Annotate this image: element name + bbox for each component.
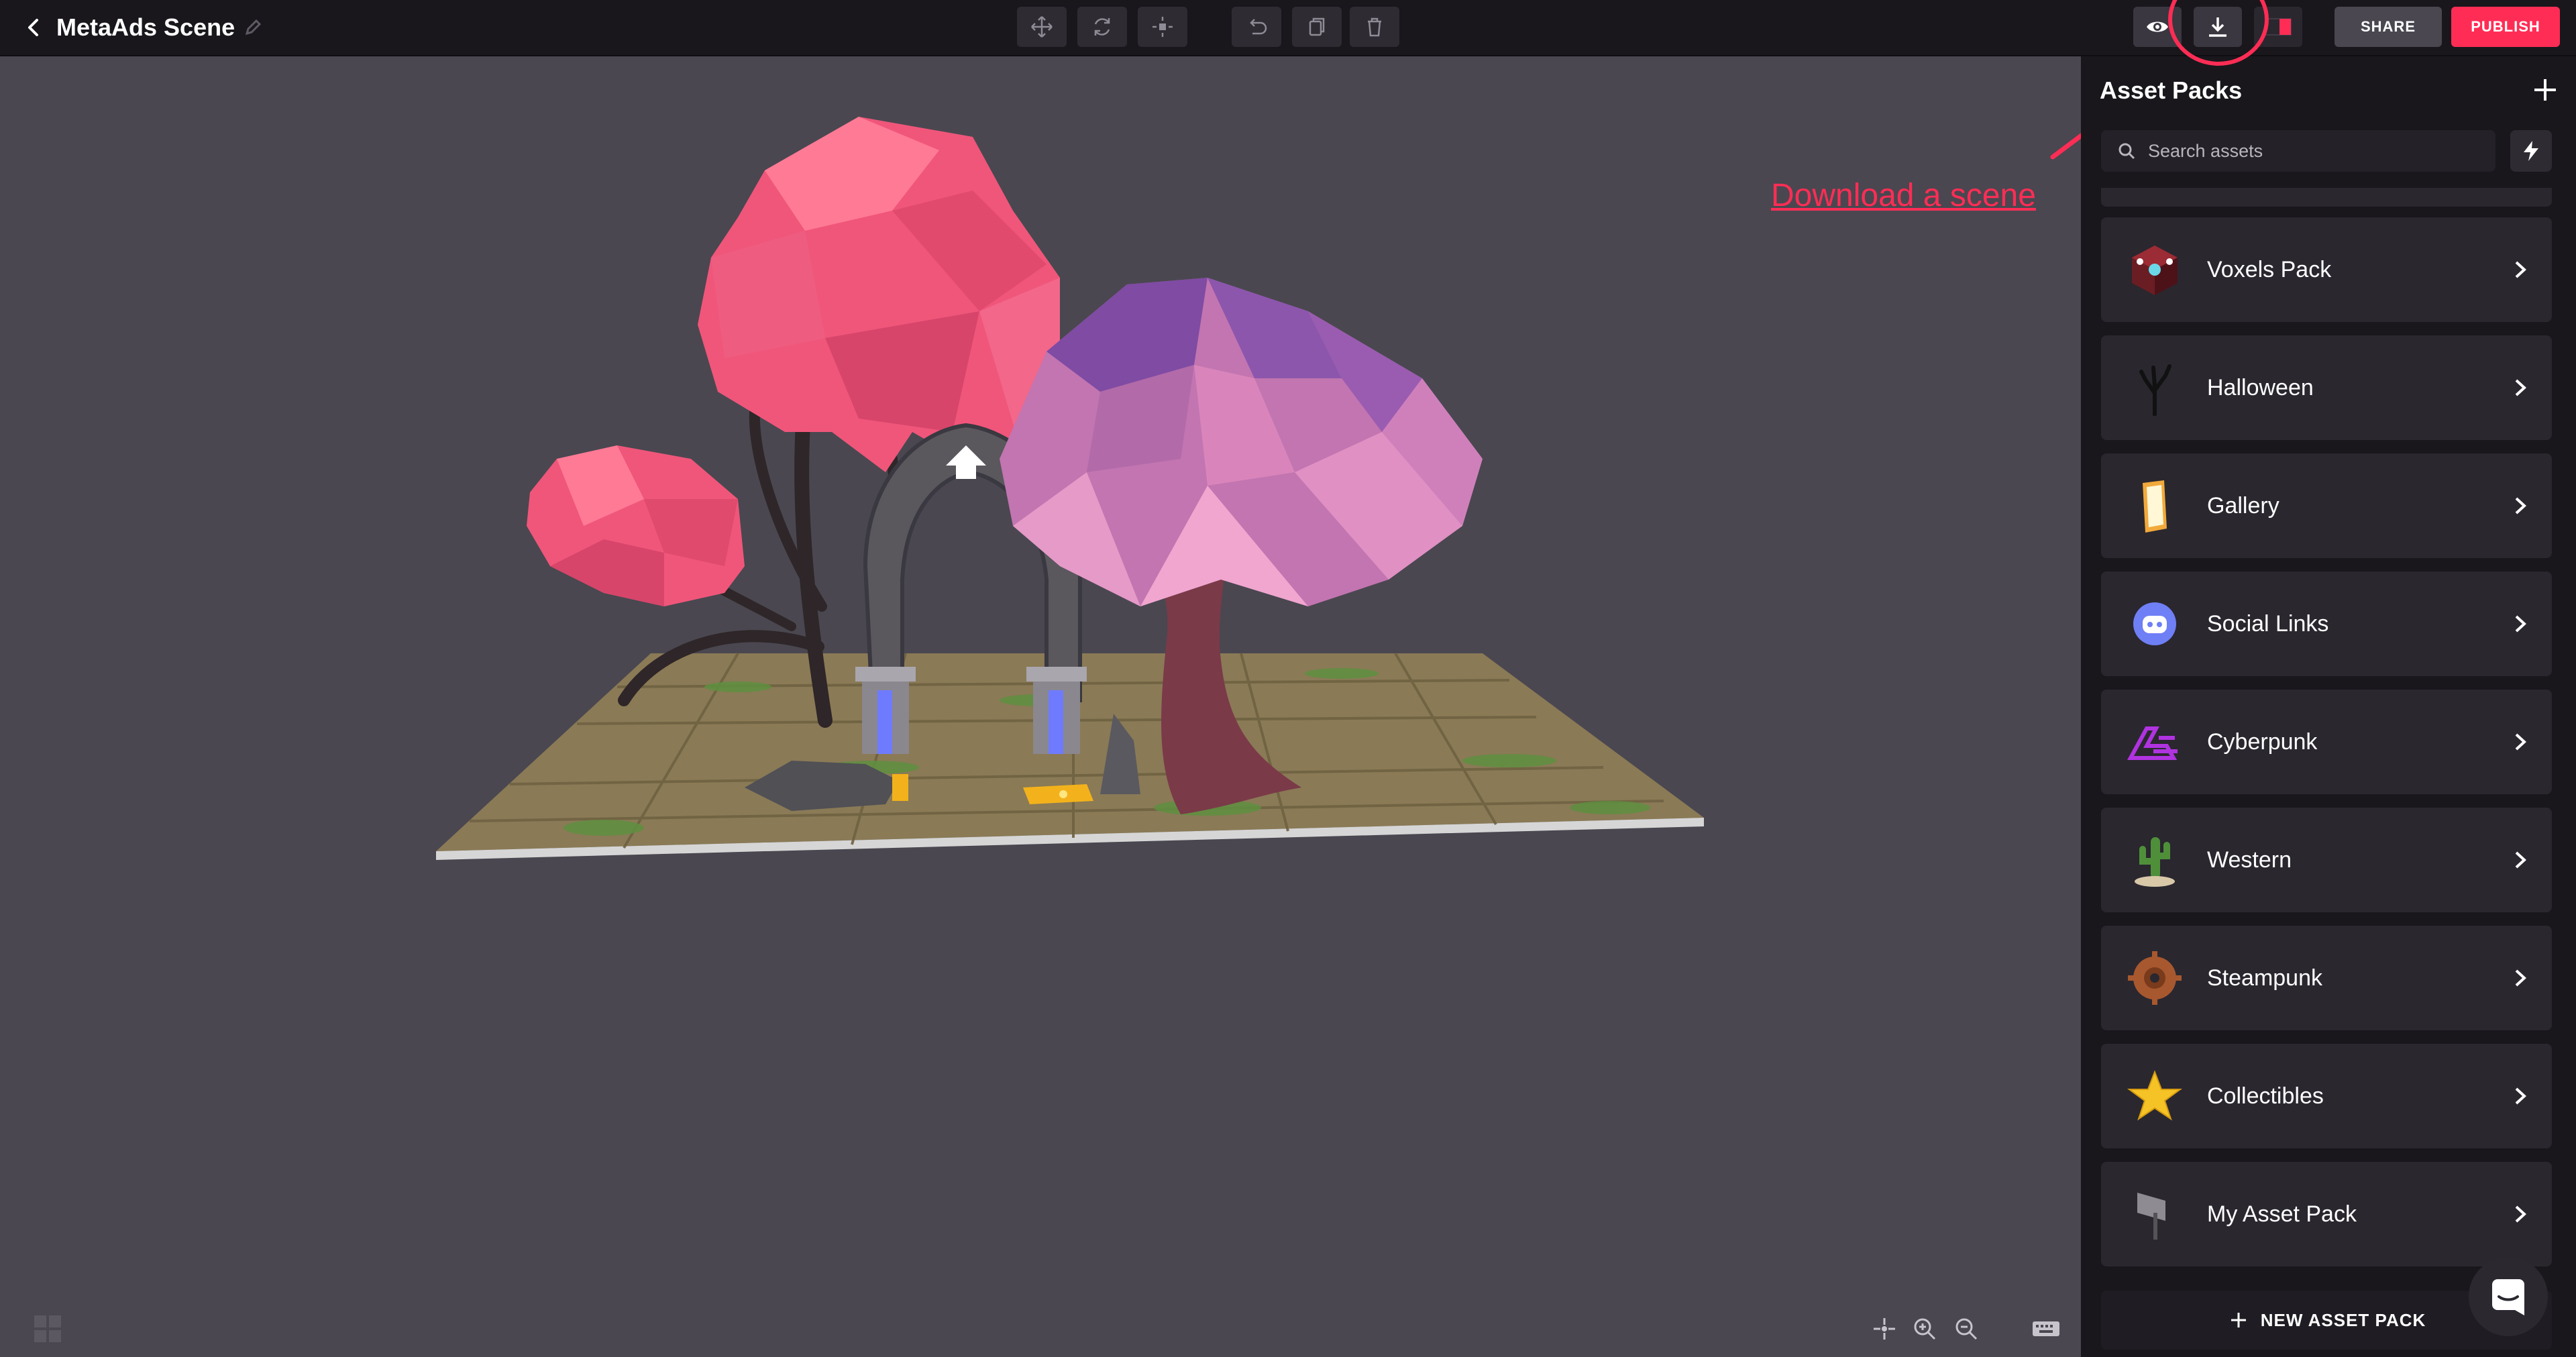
pack-label: Cyberpunk [2207,728,2318,755]
chat-icon [2492,1279,2524,1315]
pink-canopy-small[interactable] [527,445,745,606]
chevron-right-icon [2504,253,2537,286]
zoom-out-button[interactable] [1949,1312,1983,1346]
chevron-right-icon [2504,1079,2537,1113]
support-chat-button[interactable] [2469,1257,2548,1336]
chevron-right-icon [2504,489,2537,523]
share-button[interactable]: SHARE [2334,7,2442,47]
eye-icon [2147,21,2168,32]
quick-actions-button[interactable] [2510,130,2552,172]
plus-icon [2534,79,2556,101]
crosshair-icon [1874,1318,1895,1340]
download-button[interactable] [2194,7,2242,47]
chevron-right-icon [2504,843,2537,877]
zoom-out-icon [1955,1318,1978,1340]
back-button[interactable] [16,9,52,46]
pack-label: Halloween [2207,374,2314,400]
pack-item-cyberpunk[interactable]: Cyberpunk [2101,690,2552,794]
chevron-right-icon [2504,1197,2537,1231]
asset-packs-panel: Asset Packs Search assets Voxels Pack Ha… [2081,56,2576,1357]
delete-button[interactable] [1350,7,1399,47]
pack-label: My Asset Pack [2207,1201,2357,1227]
keyboard-icon [2033,1321,2059,1336]
search-input[interactable] [2147,140,2485,162]
chevron-right-icon [2504,725,2537,759]
pack-label: Gallery [2207,492,2279,519]
gallery-frame-icon [2121,472,2188,539]
chevron-right-icon [2504,371,2537,404]
cyberpunk-logo-icon [2121,708,2188,775]
move-icon [1031,16,1053,38]
layout-toggle-button[interactable] [2254,7,2302,47]
chevron-right-icon [2504,607,2537,641]
recenter-button[interactable] [1868,1312,1901,1346]
panel-layout-icon [2265,18,2292,36]
rotate-tool-button[interactable] [1077,7,1127,47]
pack-label: Western [2207,847,2292,873]
pack-label: Collectibles [2207,1083,2324,1109]
scale-tool-button[interactable] [1138,7,1187,47]
pack-item-voxels[interactable]: Voxels Pack [2101,217,2552,322]
star-icon [2121,1063,2188,1130]
chevron-right-icon [2504,961,2537,995]
pack-item-halloween[interactable]: Halloween [2101,335,2552,440]
undo-icon [1250,19,1267,35]
pack-item-social-links[interactable]: Social Links [2101,572,2552,676]
pack-item-western[interactable]: Western [2101,808,2552,912]
pack-item-my-asset-pack[interactable]: My Asset Pack [2101,1162,2552,1266]
publish-button[interactable]: PUBLISH [2451,7,2560,47]
pack-item-partial[interactable] [2101,188,2552,207]
search-icon [2114,139,2139,163]
pack-item-gallery[interactable]: Gallery [2101,453,2552,558]
zoom-in-icon [1914,1318,1936,1340]
scene-render[interactable] [0,56,2080,1357]
add-asset-pack-button[interactable] [2525,70,2565,110]
asset-pack-list[interactable]: Voxels Pack Halloween Gallery Social Lin… [2101,188,2557,1288]
trash-icon [1368,17,1381,37]
grid-icon [34,1315,61,1342]
gear-icon [2121,944,2188,1012]
chevron-left-icon [28,19,38,36]
pack-label: Voxels Pack [2207,256,2332,282]
preview-button[interactable] [2133,7,2182,47]
copy-icon [1309,17,1325,36]
pack-label: Social Links [2207,610,2329,637]
plus-icon [2227,1309,2250,1332]
pack-label: Steampunk [2207,965,2322,991]
top-bar: MetaAds Scene SHARE PUBLISH [0,0,2576,56]
scale-icon [1152,17,1173,37]
grid-toggle-button[interactable] [31,1312,64,1346]
panel-title: Asset Packs [2100,76,2243,104]
new-asset-pack-label: NEW ASSET PACK [2260,1309,2426,1330]
cactus-icon [2121,826,2188,893]
undo-button[interactable] [1232,7,1281,47]
lightning-icon [2524,141,2538,161]
rotate-icon [1094,18,1110,36]
scene-title: MetaAds Scene [56,13,235,41]
pack-item-steampunk[interactable]: Steampunk [2101,926,2552,1030]
halloween-tree-icon [2121,354,2188,421]
search-container [2101,130,2496,172]
voxels-icon [2121,236,2188,303]
download-annotation: Download a scene [1771,178,2036,213]
signpost-icon [2121,1181,2188,1248]
pack-item-collectibles[interactable]: Collectibles [2101,1044,2552,1148]
download-icon [2209,17,2226,37]
discord-icon [2121,590,2188,657]
duplicate-button[interactable] [1292,7,1342,47]
zoom-in-button[interactable] [1908,1312,1941,1346]
keyboard-shortcuts-button[interactable] [2026,1312,2066,1346]
pencil-icon[interactable] [237,12,268,43]
move-tool-button[interactable] [1017,7,1067,47]
scene-viewport[interactable]: Download a scene [0,56,2080,1357]
